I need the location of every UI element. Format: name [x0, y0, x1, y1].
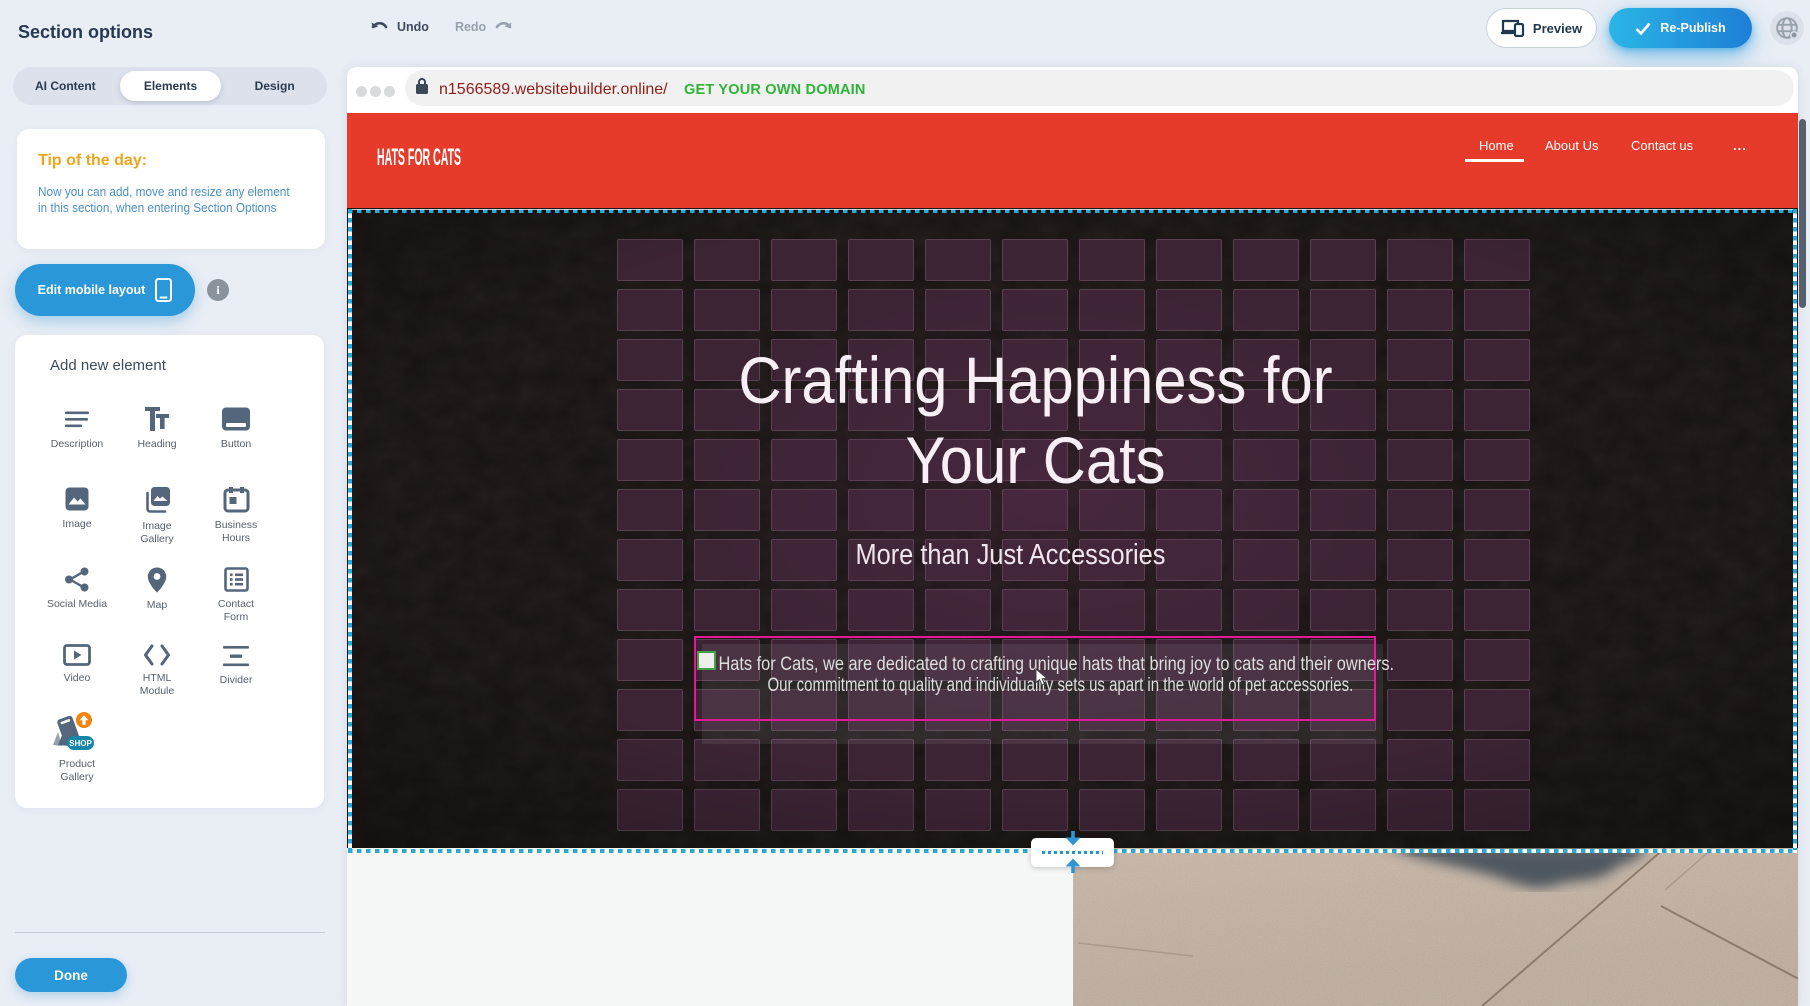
- svg-text:SHOP: SHOP: [69, 739, 92, 748]
